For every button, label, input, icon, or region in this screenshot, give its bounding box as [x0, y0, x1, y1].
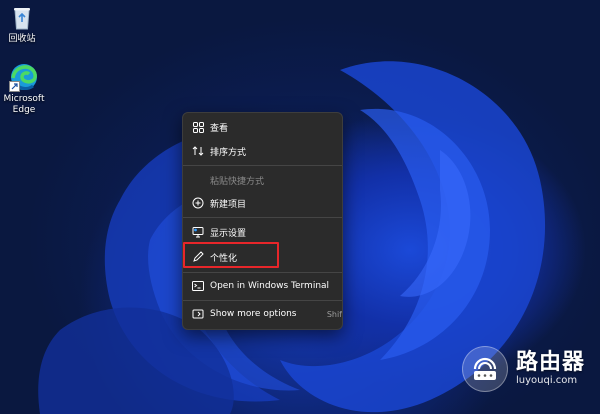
- edge-label-line1: Microsoft: [3, 94, 45, 104]
- menu-item-shortcut: Shif: [326, 309, 342, 319]
- menu-item-show-more-options[interactable]: Show more options Shif: [183, 302, 342, 326]
- plus-circle-icon: [192, 197, 204, 209]
- menu-item-new[interactable]: 新建项目: [183, 191, 342, 215]
- router-logo-icon: [462, 346, 508, 392]
- edge-label-line2: Edge: [12, 105, 36, 115]
- menu-item-label: 查看: [210, 123, 229, 134]
- shortcut-arrow-icon: [9, 81, 20, 92]
- menu-separator: [183, 300, 342, 301]
- recycle-bin-icon: [7, 2, 37, 32]
- menu-separator: [183, 217, 342, 218]
- edge-icon: [9, 62, 39, 92]
- watermark-cn: 路由器: [516, 350, 586, 375]
- menu-item-label: 排序方式: [210, 147, 247, 158]
- desktop-icon-edge[interactable]: Microsoft Edge: [0, 62, 52, 116]
- desktop-icon-recycle-bin[interactable]: 回收站: [0, 2, 50, 45]
- menu-item-label: 显示设置: [210, 228, 247, 239]
- grid-view-icon: [192, 121, 204, 133]
- menu-item-sort[interactable]: 排序方式: [183, 139, 342, 163]
- menu-item-label: 粘贴快捷方式: [210, 176, 265, 187]
- menu-item-label: Show more options: [210, 309, 297, 319]
- menu-item-display-settings[interactable]: 显示设置: [183, 220, 342, 244]
- context-menu: 查看 排序方式 粘贴快捷方式 新建项目 显示设置 个性化 Open in Win…: [182, 112, 343, 330]
- terminal-icon: [192, 280, 204, 292]
- desktop[interactable]: 回收站 Microsoft Edge 查看 排序方式 粘贴快捷方式 新建项目 显…: [0, 0, 600, 414]
- sort-icon: [192, 145, 204, 157]
- menu-separator: [183, 272, 342, 273]
- display-icon: [192, 226, 204, 238]
- menu-item-open-terminal[interactable]: Open in Windows Terminal: [183, 274, 342, 298]
- more-options-icon: [192, 308, 204, 320]
- watermark: 路由器 luyouqi.com: [462, 345, 594, 393]
- menu-item-paste-shortcut[interactable]: 粘贴快捷方式: [183, 168, 342, 192]
- menu-item-label: Open in Windows Terminal: [210, 281, 330, 291]
- menu-item-label: 新建项目: [210, 199, 247, 210]
- recycle-bin-label: 回收站: [8, 34, 36, 44]
- menu-item-view[interactable]: 查看: [183, 115, 342, 139]
- watermark-en: luyouqi.com: [516, 375, 578, 386]
- menu-separator: [183, 165, 342, 166]
- highlight-box: [183, 242, 279, 268]
